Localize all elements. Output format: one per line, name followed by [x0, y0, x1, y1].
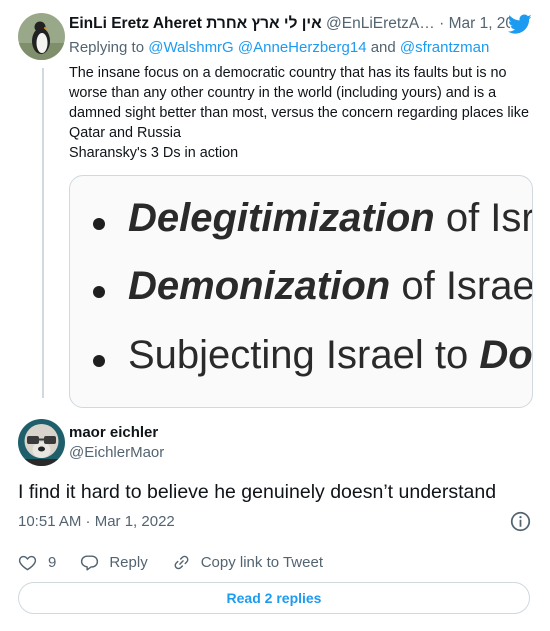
image-text-italic: Do: [479, 333, 533, 377]
mention-link[interactable]: @sfrantzman: [400, 39, 489, 56]
heart-icon: [18, 555, 37, 570]
reply-label: Reply: [109, 553, 148, 571]
handle[interactable]: @EnLiEretzA…: [326, 15, 435, 32]
separator-dot: ·: [439, 15, 445, 32]
avatar[interactable]: [18, 13, 65, 60]
bullet-dot-icon: [93, 218, 105, 230]
mention-link[interactable]: @AnneHerzberg14: [238, 39, 367, 56]
reply-bubble-icon: [81, 554, 99, 570]
image-text: Subjecting Israel to: [128, 333, 480, 377]
replying-to-line: Replying to @WalshmrG @AnneHerzberg14 an…: [69, 39, 489, 56]
handle[interactable]: @EichlerMaor: [69, 444, 164, 461]
image-text: of Isra: [445, 196, 532, 240]
display-name[interactable]: EinLi Eretz Aheret אין לי ארץ אחרת: [69, 15, 322, 32]
tweet-date[interactable]: Mar 1, 2022: [449, 15, 510, 32]
tweet-header: EinLi Eretz Aheret אין לי ארץ אחרת @EnLi…: [69, 15, 510, 33]
like-count: 9: [48, 553, 57, 571]
reply-button[interactable]: Reply: [80, 553, 148, 572]
tweet-timestamp[interactable]: 10:51 AM · Mar 1, 2022: [18, 513, 175, 530]
info-icon[interactable]: [510, 511, 531, 532]
tweet-text-paragraph: The insane focus on a democratic country…: [69, 65, 529, 141]
image-text-italic: Demonization: [128, 264, 391, 308]
link-icon: [174, 555, 189, 569]
replying-and: and: [370, 39, 396, 56]
replying-prefix: Replying to: [69, 39, 145, 56]
tweet-actions-row: 9 Reply Copy link to Tweet: [18, 552, 323, 572]
thread-connector-line: [42, 68, 44, 398]
main-tweet-text: I find it hard to believe he genuinely d…: [18, 481, 497, 503]
penguin-avatar-icon: [18, 13, 65, 60]
tweet-text-paragraph: Sharansky's 3 Ds in action: [69, 145, 239, 161]
tweet-media-image[interactable]: Delegitimization of Isra Demonization of…: [69, 175, 533, 408]
twitter-bird-icon[interactable]: [508, 14, 532, 35]
avatar[interactable]: [18, 419, 65, 466]
dog-avatar-icon: [18, 419, 65, 466]
copy-link-label: Copy link to Tweet: [200, 553, 323, 571]
like-button[interactable]: 9: [18, 553, 56, 572]
copy-link-button[interactable]: Copy link to Tweet: [172, 553, 323, 572]
image-text-italic: Delegitimization: [128, 196, 435, 240]
display-name[interactable]: maor eichler: [69, 424, 158, 441]
mention-link[interactable]: @WalshmrG: [148, 39, 234, 56]
image-text: of Israel: [390, 264, 533, 308]
bullet-dot-icon: [93, 355, 105, 367]
read-replies-button[interactable]: Read 2 replies: [18, 582, 530, 614]
tweet-body: The insane focus on a democratic country…: [69, 63, 529, 163]
bullet-dot-icon: [93, 286, 105, 298]
